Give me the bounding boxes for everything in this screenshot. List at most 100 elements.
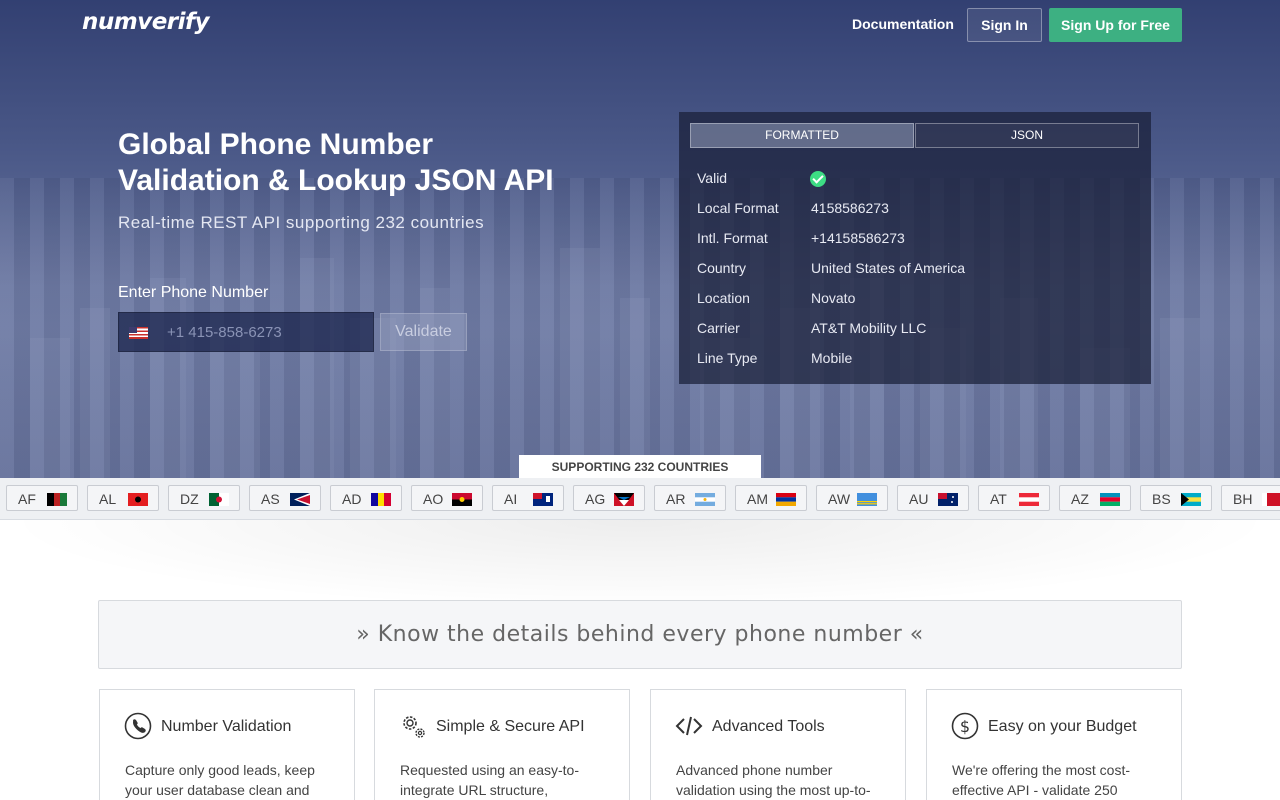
country-code: AD (342, 491, 362, 507)
gears-icon (403, 716, 425, 738)
svg-text:$: $ (960, 717, 970, 736)
tab-json[interactable]: JSON (915, 123, 1139, 148)
country-code: AI (504, 491, 518, 507)
page-title: Global Phone Number Validation & Lookup … (118, 127, 598, 199)
result-row-country: Country United States of America (697, 258, 1137, 288)
country-chip-am[interactable]: AM (735, 485, 807, 511)
dollar-icon: $ (951, 712, 979, 740)
result-key: Country (697, 260, 747, 276)
tab-formatted[interactable]: FORMATTED (690, 123, 914, 148)
ar-flag-icon (695, 493, 715, 506)
ai-flag-icon (533, 493, 553, 506)
af-flag-icon (47, 493, 67, 506)
country-chip-ad[interactable]: AD (330, 485, 402, 511)
am-flag-icon (776, 493, 796, 506)
au-flag-icon (938, 493, 958, 506)
country-chip-ar[interactable]: AR (654, 485, 726, 511)
result-value: +14158586273 (811, 230, 905, 246)
at-flag-icon (1019, 493, 1039, 506)
feature-card-title: Advanced Tools (712, 718, 825, 735)
section-shadow (0, 520, 1280, 610)
aw-flag-icon (857, 493, 877, 506)
phone-input-label: Enter Phone Number (118, 284, 269, 301)
phone-number-input[interactable] (159, 313, 369, 351)
country-strip: AF AL DZ AS AD AO AI AG AR AM AW AU AT A… (0, 478, 1280, 520)
result-panel: FORMATTED JSON Valid Local Format 415858… (679, 112, 1151, 384)
country-chip-at[interactable]: AT (978, 485, 1050, 511)
dz-flag-icon (209, 493, 229, 506)
sign-in-button[interactable]: Sign In (967, 8, 1042, 42)
feature-card-title: Easy on your Budget (988, 718, 1137, 735)
country-chip-bs[interactable]: BS (1140, 485, 1212, 511)
hero-section: numverify Documentation Sign In Sign Up … (0, 0, 1280, 478)
us-flag-icon[interactable] (129, 327, 148, 339)
result-row-carrier: Carrier AT&T Mobility LLC (697, 318, 1137, 348)
result-value: 4158586273 (811, 200, 889, 216)
country-code: AZ (1071, 491, 1089, 507)
feature-card-title: Simple & Secure API (436, 718, 585, 735)
result-value: United States of America (811, 260, 966, 276)
country-chip-af[interactable]: AF (6, 485, 78, 511)
country-code: AR (666, 491, 686, 507)
az-flag-icon (1100, 493, 1120, 506)
feature-card-desc: Advanced phone number validation using t… (676, 762, 871, 798)
country-code: AL (99, 491, 117, 507)
country-chip-ai[interactable]: AI (492, 485, 564, 511)
country-chip-aw[interactable]: AW (816, 485, 888, 511)
country-code: BH (1233, 491, 1253, 507)
country-chip-al[interactable]: AL (87, 485, 159, 511)
result-rows: Valid Local Format 4158586273 Intl. Form… (697, 168, 1137, 378)
nav-documentation-link[interactable]: Documentation (852, 16, 954, 32)
country-chip-au[interactable]: AU (897, 485, 969, 511)
result-value: AT&T Mobility LLC (811, 320, 927, 336)
code-icon (675, 716, 703, 736)
result-key: Valid (697, 170, 728, 186)
feature-card-title: Number Validation (161, 718, 292, 735)
result-key: Carrier (697, 320, 740, 336)
result-row-line-type: Line Type Mobile (697, 348, 1137, 378)
logo[interactable]: numverify (82, 9, 210, 35)
phone-icon (124, 712, 152, 740)
country-chip-bh[interactable]: BH (1221, 485, 1280, 511)
page-subtitle: Real-time REST API supporting 232 countr… (118, 213, 485, 232)
result-key: Intl. Format (697, 230, 768, 246)
page-title-line1: Global Phone Number (118, 128, 434, 161)
ao-flag-icon (452, 493, 472, 506)
phone-input-wrapper[interactable] (118, 312, 374, 352)
country-chip-as[interactable]: AS (249, 485, 321, 511)
feature-card-advanced-tools: Advanced Tools Advanced phone number val… (650, 689, 906, 800)
country-chip-dz[interactable]: DZ (168, 485, 240, 511)
country-chip-ao[interactable]: AO (411, 485, 483, 511)
result-key: Location (697, 290, 750, 306)
result-value: Novato (811, 290, 856, 306)
countries-label: SUPPORTING 232 COUNTRIES (519, 455, 761, 480)
country-chip-ag[interactable]: AG (573, 485, 645, 511)
result-key: Line Type (697, 350, 758, 366)
sign-up-button[interactable]: Sign Up for Free (1049, 8, 1182, 42)
result-row-local-format: Local Format 4158586273 (697, 198, 1137, 228)
feature-card-desc: We're offering the most cost-effective A… (952, 762, 1131, 798)
ag-flag-icon (614, 493, 634, 506)
result-row-location: Location Novato (697, 288, 1137, 318)
feature-card-number-validation: Number Validation Capture only good lead… (99, 689, 355, 800)
country-code: AS (261, 491, 280, 507)
page-title-line2: Validation & Lookup JSON API (118, 164, 554, 197)
feature-card-desc: Capture only good leads, keep your user … (125, 762, 315, 798)
result-row-valid: Valid (697, 168, 1137, 198)
result-key: Local Format (697, 200, 779, 216)
country-code: AU (909, 491, 929, 507)
result-value: Mobile (811, 350, 853, 366)
feature-card-desc: Requested using an easy-to-integrate URL… (400, 762, 579, 798)
country-code: AO (423, 491, 444, 507)
feature-card-easy-budget: $ Easy on your Budget We're offering the… (926, 689, 1182, 800)
country-code: BS (1152, 491, 1171, 507)
country-code: AM (747, 491, 768, 507)
country-code: AT (990, 491, 1007, 507)
validate-button[interactable]: Validate (380, 313, 467, 351)
country-code: AG (585, 491, 606, 507)
country-chip-az[interactable]: AZ (1059, 485, 1131, 511)
as-flag-icon (290, 493, 310, 506)
country-code: AW (828, 491, 851, 507)
bs-flag-icon (1181, 493, 1201, 506)
al-flag-icon (128, 493, 148, 506)
